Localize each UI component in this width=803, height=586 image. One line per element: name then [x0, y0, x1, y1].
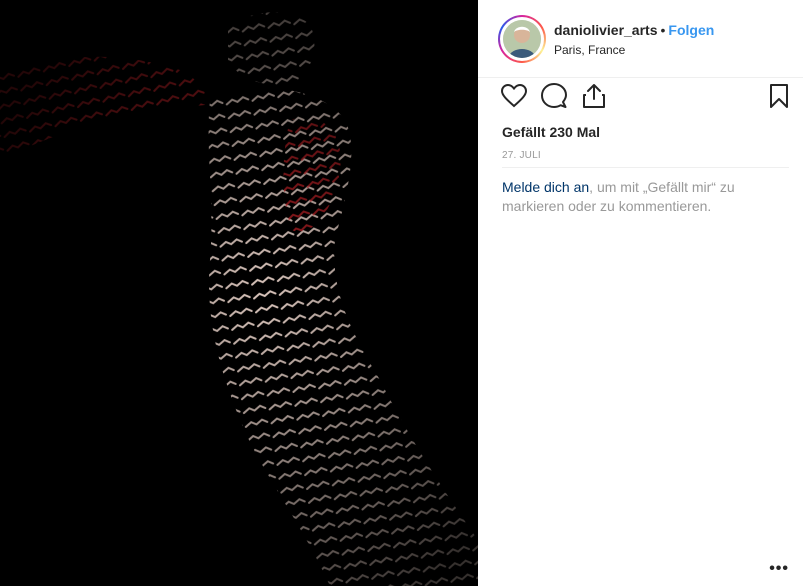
heart-icon: [501, 84, 527, 108]
like-button[interactable]: [500, 82, 528, 110]
post-side-panel: daniolivier_arts•Folgen Paris, France: [478, 0, 803, 586]
comment-button[interactable]: [540, 82, 568, 110]
username-row: daniolivier_arts • Folgen: [554, 22, 714, 38]
login-prompt: Melde dich an, um mit „Gefällt mir“ zu m…: [502, 178, 762, 216]
post-photo-artwork: [0, 0, 478, 586]
share-button[interactable]: [580, 82, 608, 110]
bookmark-icon: [770, 84, 788, 108]
follow-button[interactable]: Folgen: [668, 22, 714, 38]
action-bar: [478, 78, 803, 118]
separator-dot: •: [660, 22, 666, 38]
avatar-image: [503, 20, 541, 58]
share-icon: [583, 84, 605, 108]
avatar[interactable]: [503, 20, 541, 58]
divider: [502, 167, 789, 168]
save-button[interactable]: [765, 82, 793, 110]
post-photo[interactable]: [0, 0, 478, 586]
comment-icon: [541, 83, 567, 108]
login-link[interactable]: Melde dich an: [502, 179, 589, 195]
likes-count[interactable]: Gefällt 230 Mal: [502, 124, 600, 140]
username-link[interactable]: daniolivier_arts: [554, 22, 658, 38]
post-date[interactable]: 27. JULI: [502, 150, 541, 161]
location-link[interactable]: Paris, France: [554, 43, 625, 57]
post-header: daniolivier_arts • Folgen Paris, France: [478, 0, 803, 78]
story-ring[interactable]: [498, 15, 546, 63]
more-options-button[interactable]: •••: [769, 560, 789, 578]
